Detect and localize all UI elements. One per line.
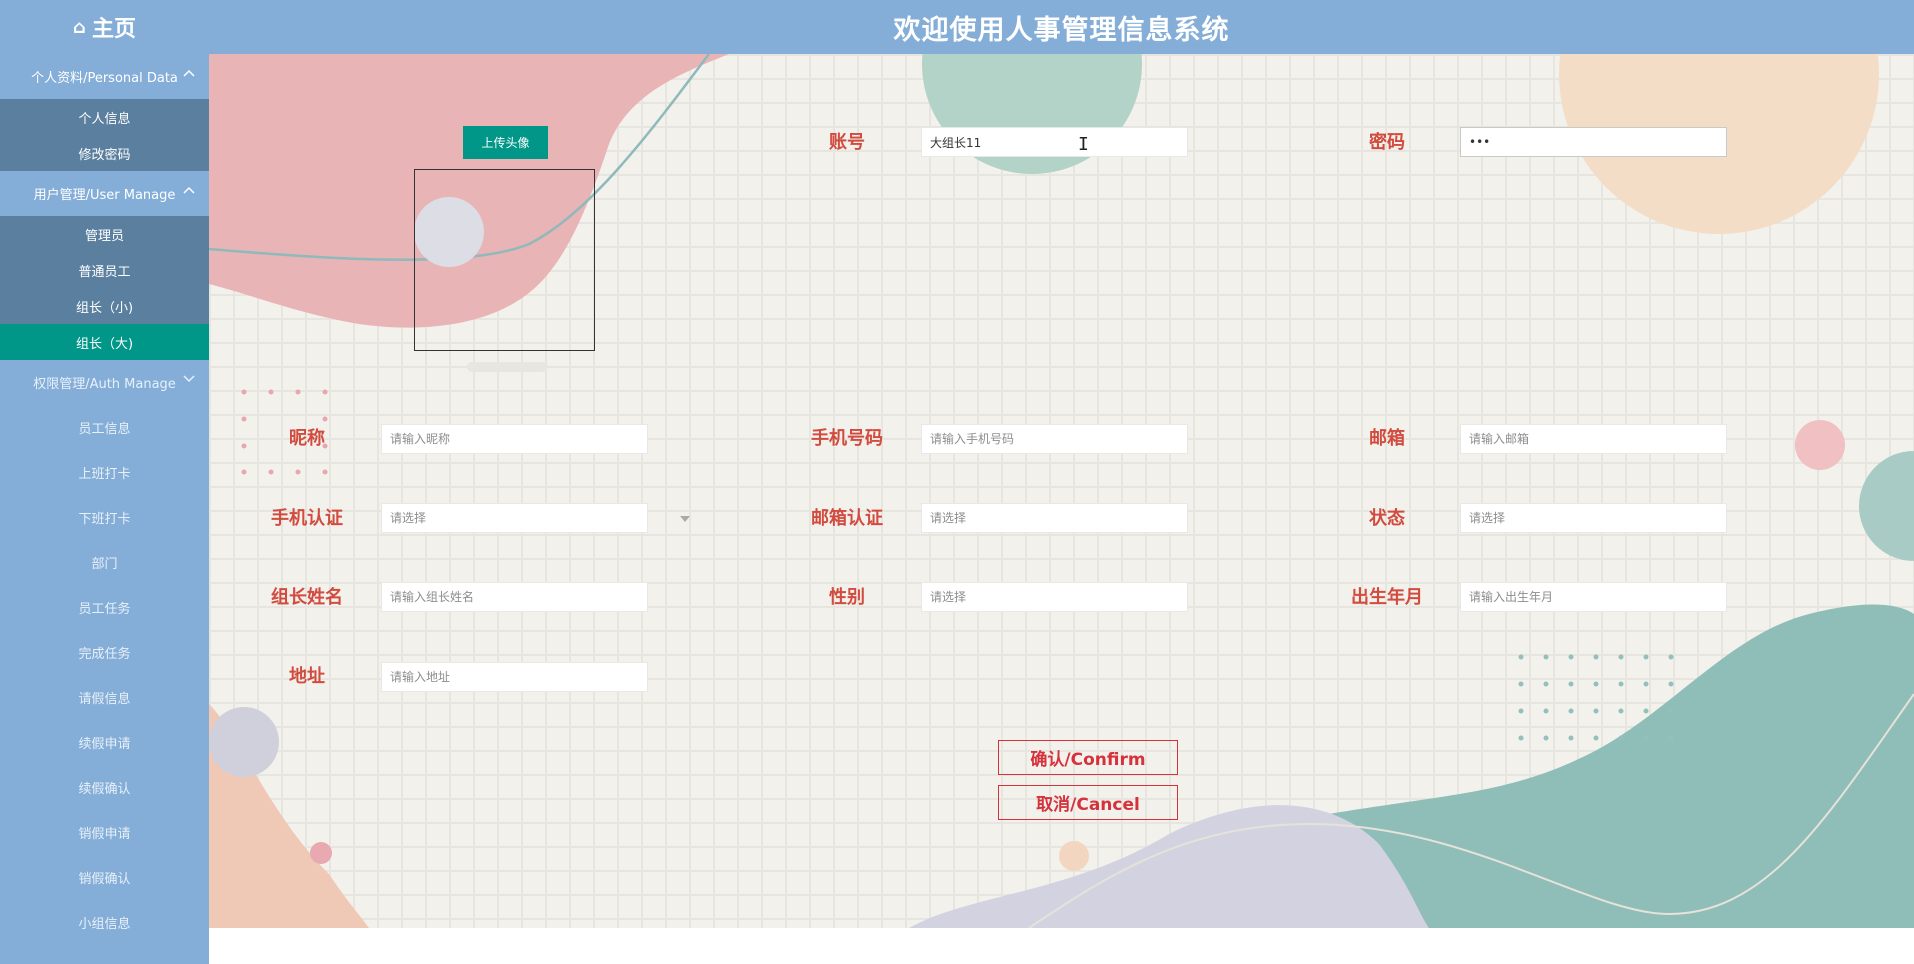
sidebar-item-change-password[interactable]: 修改密码 [0, 135, 209, 171]
sidebar-group-user-manage[interactable]: 用户管理/User Manage [0, 171, 209, 216]
sidebar-group-personal-data[interactable]: 个人资料/Personal Data [0, 54, 209, 99]
leader-name-input[interactable] [381, 582, 648, 612]
top-bar: ⌂ 主页 欢迎使用人事管理信息系统 [0, 0, 1914, 54]
confirm-button[interactable]: 确认/Confirm [998, 740, 1178, 775]
email-input[interactable] [1460, 424, 1727, 454]
email-verify-label: 邮箱认证 [811, 508, 883, 529]
sidebar-item-staff[interactable]: 普通员工 [0, 252, 209, 288]
account-label: 账号 [829, 132, 865, 153]
sidebar-item-big-leader[interactable]: 组长（大) [0, 324, 209, 360]
email-verify-select[interactable] [921, 503, 1188, 533]
sidebar-item-clock-in[interactable]: 上班打卡 [0, 450, 209, 495]
sidebar-submenu-personal-data: 个人信息 修改密码 [0, 99, 209, 171]
status-select[interactable] [1460, 503, 1727, 533]
email-label: 邮箱 [1369, 428, 1405, 449]
sidebar-item-extend-request[interactable]: 续假申请 [0, 720, 209, 765]
birth-input[interactable] [1460, 582, 1727, 612]
sidebar-item-group-info[interactable]: 小组信息 [0, 900, 209, 945]
dropdown-caret-icon[interactable] [680, 516, 690, 522]
gender-select[interactable] [921, 582, 1188, 612]
sidebar-item-leave-info[interactable]: 请假信息 [0, 675, 209, 720]
text-cursor-icon: I [1078, 134, 1089, 155]
password-input[interactable] [1460, 127, 1727, 157]
nickname-label: 昵称 [289, 428, 325, 449]
phone-input[interactable] [921, 424, 1188, 454]
sidebar-item-employee-task[interactable]: 员工任务 [0, 585, 209, 630]
sidebar-item-employee-info[interactable]: 员工信息 [0, 405, 209, 450]
phone-verify-select[interactable] [381, 503, 648, 533]
chevron-up-icon [183, 67, 195, 80]
phone-label: 手机号码 [811, 428, 883, 449]
sidebar-item-admin[interactable]: 管理员 [0, 216, 209, 252]
sidebar-item-small-leader[interactable]: 组长（小) [0, 288, 209, 324]
birth-label: 出生年月 [1351, 587, 1423, 608]
sidebar-group-label: 个人资料/Personal Data [31, 71, 178, 86]
password-label: 密码 [1369, 132, 1405, 153]
sidebar-submenu-user-manage: 管理员 普通员工 组长（小) 组长（大) [0, 216, 209, 360]
sidebar-group-label: 权限管理/Auth Manage [33, 377, 176, 392]
page-title: 欢迎使用人事管理信息系统 [893, 14, 1230, 46]
leader-name-label: 组长姓名 [271, 587, 343, 608]
sidebar-group-auth-manage[interactable]: 权限管理/Auth Manage [0, 360, 209, 405]
phone-verify-label: 手机认证 [271, 508, 343, 529]
nickname-input[interactable] [381, 424, 648, 454]
sidebar-item-personal-info[interactable]: 个人信息 [0, 99, 209, 135]
status-label: 状态 [1369, 508, 1405, 529]
sidebar-item-cancel-leave-confirm[interactable]: 销假确认 [0, 855, 209, 900]
home-icon: ⌂ [73, 16, 86, 38]
avatar-preview[interactable] [414, 169, 595, 351]
address-input[interactable] [381, 662, 648, 692]
home-label: 主页 [91, 17, 136, 42]
sidebar-item-completed-task[interactable]: 完成任务 [0, 630, 209, 675]
sidebar: 个人资料/Personal Data 个人信息 修改密码 用户管理/User M… [0, 54, 209, 964]
account-input[interactable] [921, 127, 1188, 157]
sidebar-item-cancel-leave-request[interactable]: 销假申请 [0, 810, 209, 855]
gender-label: 性别 [829, 587, 865, 608]
address-label: 地址 [289, 666, 325, 687]
sidebar-item-clock-out[interactable]: 下班打卡 [0, 495, 209, 540]
chevron-down-icon [183, 373, 195, 386]
upload-avatar-button[interactable]: 上传头像 [463, 126, 548, 159]
chevron-up-icon [183, 184, 195, 197]
home-link[interactable]: ⌂ 主页 [0, 0, 209, 54]
sidebar-item-department[interactable]: 部门 [0, 540, 209, 585]
sidebar-item-extend-confirm[interactable]: 续假确认 [0, 765, 209, 810]
cancel-button[interactable]: 取消/Cancel [998, 785, 1178, 820]
sidebar-group-label: 用户管理/User Manage [33, 188, 176, 203]
